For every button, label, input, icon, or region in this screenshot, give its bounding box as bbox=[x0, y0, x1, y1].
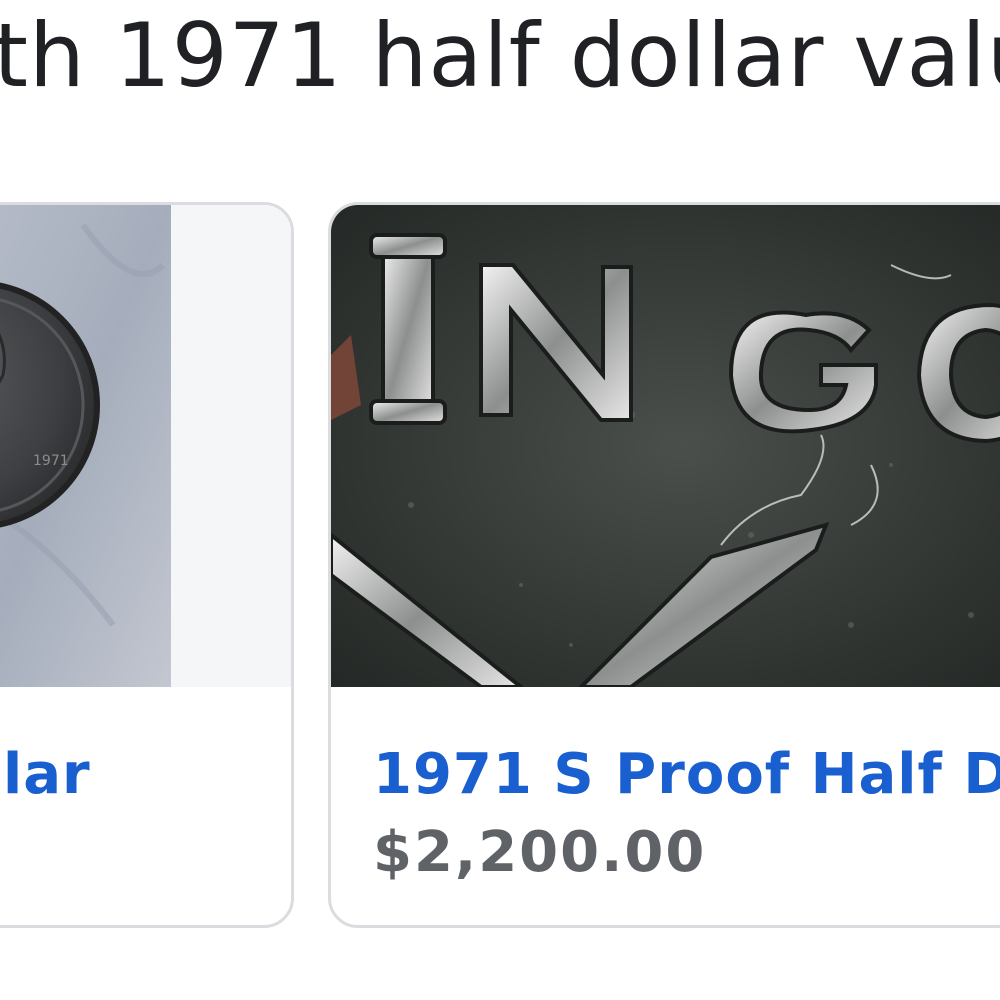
product-card-left[interactable]: 1971 lar bbox=[0, 202, 294, 928]
product-price: $2,200.00 bbox=[373, 820, 707, 885]
section-heading: ith 1971 half dollar valu bbox=[0, 4, 1000, 107]
product-card-right[interactable]: 1971 S Proof Half D... $2,200.00 bbox=[328, 202, 1000, 928]
product-title-link[interactable]: 1971 S Proof Half D... bbox=[373, 743, 1000, 807]
coin-photo-icon[interactable]: 1971 bbox=[0, 205, 291, 687]
product-title-link[interactable]: lar bbox=[3, 743, 91, 807]
svg-text:1971: 1971 bbox=[33, 453, 69, 469]
coin-closeup-photo-icon[interactable] bbox=[331, 205, 1000, 687]
